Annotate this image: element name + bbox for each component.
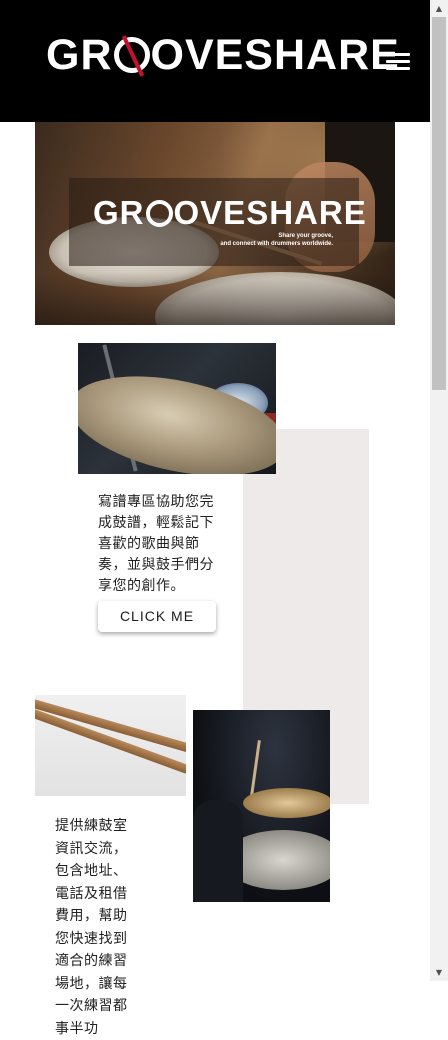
- drum-logo-icon: [113, 37, 150, 73]
- logo-text-start: GR: [46, 31, 113, 79]
- drumsticks-image: [35, 695, 186, 796]
- hamburger-menu-icon[interactable]: [386, 53, 410, 71]
- hero-logo-text-end: OVESHARE: [173, 194, 367, 231]
- drummer-image: [193, 710, 330, 902]
- practice-room-description: 提供練鼓室資訊交流，包含地址、電話及租借費用，幫助您快速找到適合的練習場地，讓每…: [55, 818, 128, 1037]
- logo-text-end: OVESHARE: [150, 31, 400, 79]
- hero-drum-logo-icon: [145, 199, 173, 227]
- click-me-button[interactable]: CLICK ME: [98, 601, 216, 632]
- site-logo[interactable]: GR OVESHARE: [46, 30, 400, 80]
- page-scrollbar[interactable]: ▲ ▼: [430, 0, 448, 981]
- hero-tagline-1: Share your groove,: [278, 233, 333, 239]
- scroll-thumb[interactable]: [432, 17, 446, 390]
- hero-banner: GR OVESHARE Share your groove, and conne…: [35, 122, 395, 325]
- hero-logo-text-start: GR: [93, 194, 145, 231]
- site-header: GR OVESHARE: [0, 0, 430, 122]
- hero-logo: GR OVESHARE: [93, 194, 367, 232]
- hero-tagline-2: and connect with drummers worldwide.: [220, 241, 333, 247]
- scroll-up-arrow-icon[interactable]: ▲: [430, 0, 448, 17]
- notation-description: 寫譜專區協助您完成鼓譜，輕鬆記下喜歡的歌曲與節奏，並與鼓手們分享您的創作。: [98, 494, 214, 594]
- scroll-down-arrow-icon[interactable]: ▼: [430, 964, 448, 981]
- cymbal-image: [78, 343, 276, 474]
